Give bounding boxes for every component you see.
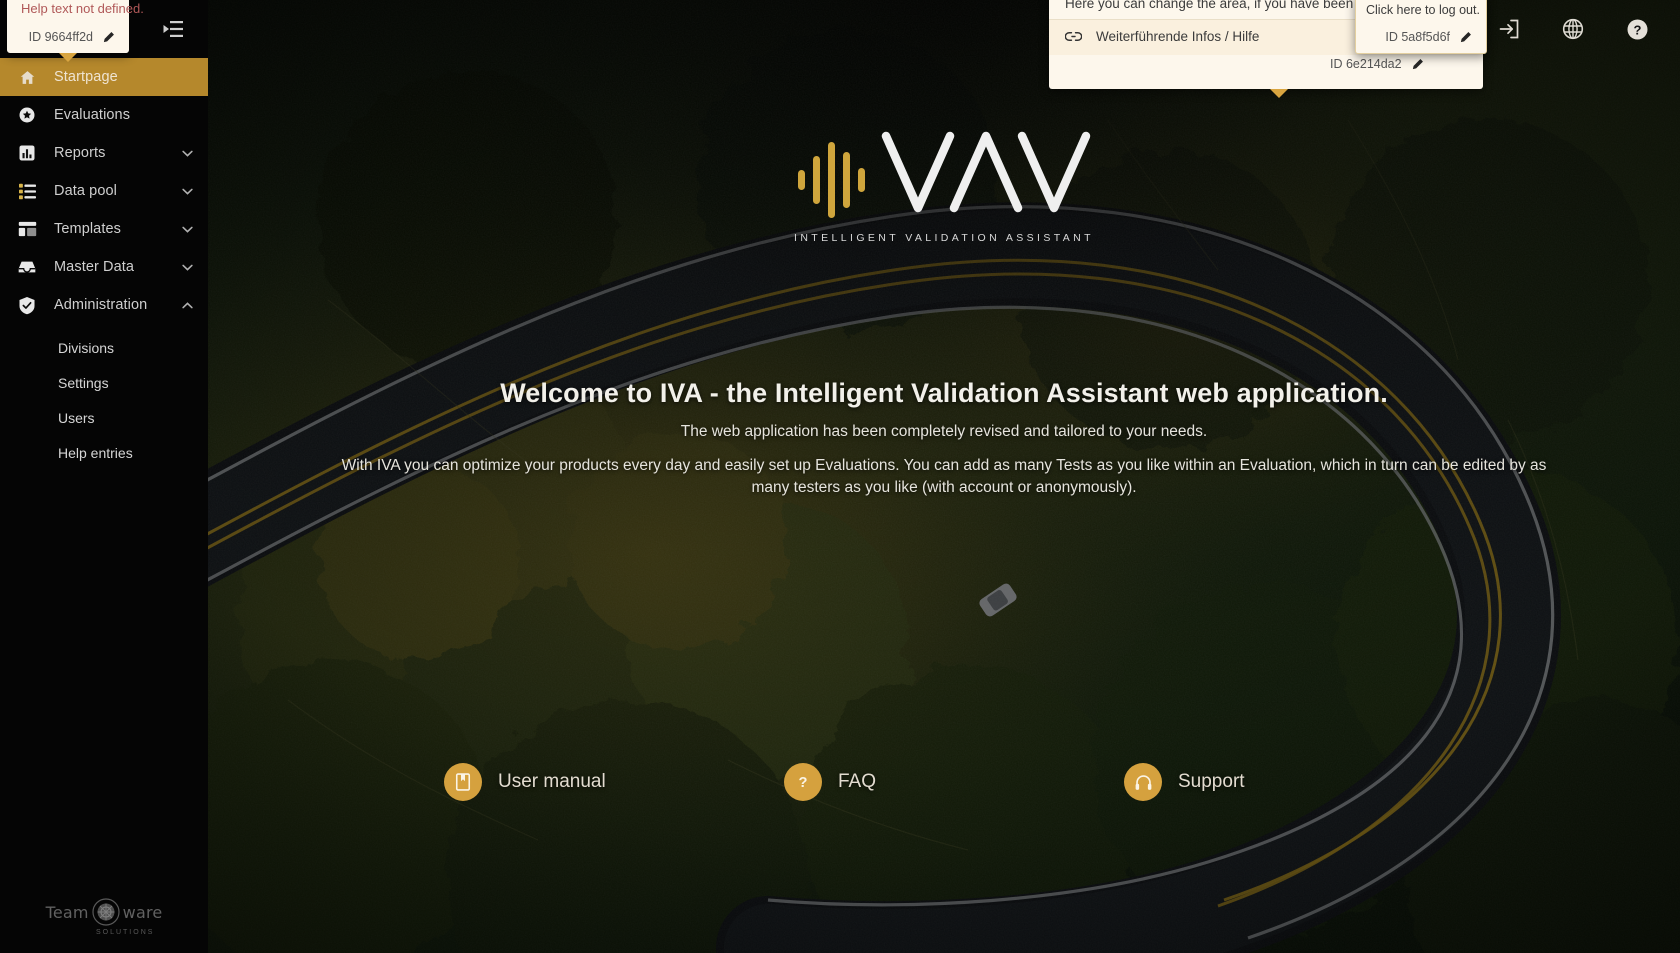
language-globe-icon[interactable]: [1558, 14, 1588, 44]
area-help-id: ID 6e214da2: [1330, 57, 1402, 71]
chevron-up-icon[interactable]: [180, 298, 194, 312]
sidebar-subitem-label: Users: [58, 409, 95, 426]
sidebar-subitem-users[interactable]: Users: [0, 400, 208, 435]
faq-button[interactable]: ? FAQ: [784, 763, 1124, 801]
user-manual-label: User manual: [498, 771, 606, 792]
quick-actions: User manual ? FAQ Support: [208, 763, 1680, 801]
logout-help-id-row: ID 5a8f5d6f: [1356, 23, 1486, 53]
brand-text-right: ware: [122, 902, 163, 922]
sidebar-item-label: Templates: [54, 221, 121, 237]
sidebar-subitem-help-entries[interactable]: Help entries: [0, 435, 208, 470]
link-chain-icon: [1065, 30, 1082, 43]
sidebar-item-label: Data pool: [54, 183, 117, 199]
support-label: Support: [1178, 771, 1245, 792]
pencil-icon[interactable]: [1411, 58, 1424, 71]
list-icon: [16, 180, 38, 202]
sidebar-subitem-label: Help entries: [58, 444, 133, 461]
login-icon[interactable]: [1494, 14, 1524, 44]
user-manual-button[interactable]: User manual: [444, 763, 784, 801]
bar-chart-icon: [16, 142, 38, 164]
area-help-id-row: ID 6e214da2: [1330, 57, 1424, 71]
sidebar-item-label: Evaluations: [54, 107, 131, 123]
tooltip-arrow: [59, 53, 77, 62]
iva-logo-mark: [798, 131, 1091, 218]
chevron-down-icon[interactable]: [180, 146, 194, 160]
svg-text:?: ?: [1633, 22, 1641, 37]
sidebar-help-id-row: ID 9664ff2d: [7, 23, 129, 53]
inbox-icon: [16, 256, 38, 278]
book-icon: [444, 763, 482, 801]
sidebar-help-id: ID 9664ff2d: [28, 30, 93, 44]
sidebar-item-label: Startpage: [54, 69, 118, 85]
svg-text:?: ?: [799, 775, 808, 791]
sidebar-subitem-label: Settings: [58, 374, 109, 391]
home-icon: [16, 66, 38, 88]
headset-icon: [1124, 763, 1162, 801]
question-mark-icon: ?: [784, 763, 822, 801]
sidebar-subitem-divisions[interactable]: Divisions: [0, 330, 208, 365]
subtitle-primary: The web application has been completely …: [680, 423, 1208, 440]
sidebar-item-startpage[interactable]: Startpage: [0, 58, 208, 96]
logout-help-text: Click here to log out.: [1366, 3, 1480, 17]
page-title: Welcome to IVA - the Intelligent Validat…: [500, 378, 1388, 408]
sidebar-item-label: Master Data: [54, 259, 135, 275]
brand-orb-icon: [91, 897, 121, 927]
tooltip-arrow: [1270, 89, 1288, 98]
logout-help-tooltip: Click here to log out. ID 5a8f5d6f: [1355, 0, 1487, 54]
collapse-sidebar-icon[interactable]: [160, 16, 186, 42]
sidebar-item-data-pool[interactable]: Data pool: [0, 172, 208, 210]
pencil-icon[interactable]: [102, 31, 115, 44]
chevron-down-icon[interactable]: [180, 222, 194, 236]
sidebar-item-evaluations[interactable]: Evaluations: [0, 96, 208, 134]
sidebar-item-label: Administration: [54, 297, 148, 313]
star-badge-icon: [16, 104, 38, 126]
sidebar-help-title: Help text not defined.: [21, 1, 144, 16]
sidebar-subitem-label: Divisions: [58, 339, 115, 356]
support-button[interactable]: Support: [1124, 763, 1464, 801]
area-help-link-label: Weiterführende Infos / Hilfe: [1096, 29, 1260, 44]
teamware-footer-logo: Team ware SOLUTIONS: [0, 897, 208, 936]
sidebar-item-templates[interactable]: Templates: [0, 210, 208, 248]
brand-subtitle: SOLUTIONS: [95, 929, 155, 936]
sidebar: Startpage Evaluations Reports Data pool …: [0, 0, 208, 953]
chevron-down-icon[interactable]: [180, 260, 194, 274]
sidebar-item-administration[interactable]: Administration: [0, 286, 208, 324]
app-root: Startpage Evaluations Reports Data pool …: [0, 0, 1680, 953]
chevron-down-icon[interactable]: [180, 184, 194, 198]
subtitle-secondary: With IVA you can optimize your products …: [341, 457, 1547, 496]
faq-label: FAQ: [838, 771, 877, 792]
help-question-icon[interactable]: ?: [1622, 14, 1652, 44]
sidebar-item-reports[interactable]: Reports: [0, 134, 208, 172]
sidebar-help-tooltip: Help text not defined. ID 9664ff2d: [7, 0, 144, 62]
pencil-icon[interactable]: [1459, 31, 1472, 44]
sidebar-item-label: Reports: [54, 145, 106, 161]
logout-help-id: ID 5a8f5d6f: [1385, 30, 1450, 44]
iva-logo-tagline: INTELLIGENT VALIDATION ASSISTANT: [794, 232, 1094, 244]
sidebar-item-master-data[interactable]: Master Data: [0, 248, 208, 286]
brand-text-left: Team: [45, 902, 89, 922]
shield-check-icon: [16, 294, 38, 316]
template-icon: [16, 218, 38, 240]
sidebar-subitem-settings[interactable]: Settings: [0, 365, 208, 400]
iva-logo: INTELLIGENT VALIDATION ASSISTANT: [779, 128, 1109, 244]
